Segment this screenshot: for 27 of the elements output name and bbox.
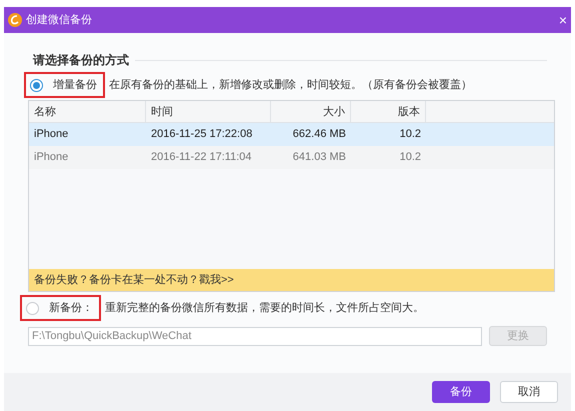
radio-button[interactable]	[26, 302, 39, 314]
radio-button[interactable]	[30, 78, 43, 92]
table-cell-text: 10.2	[398, 150, 422, 166]
table-cell-text: 641.03 MB	[292, 150, 347, 166]
table-row[interactable]: iPhone 2016-11-22 17:11:04 641.03 MB 10.2	[29, 146, 554, 169]
section-title: 请选择备份的方式	[32, 52, 129, 69]
cancel-button[interactable]: 取消	[500, 381, 558, 403]
table-cell-text: 2016-11-22 17:11:04	[150, 150, 253, 166]
window-title: 创建微信备份	[26, 12, 92, 28]
table-cell-text: iPhone	[33, 150, 70, 166]
help-link[interactable]: 备份失败？备份卡在某一处不动？戳我>>	[34, 272, 234, 288]
table-cell-text: 2016-11-25 17:22:08	[150, 127, 254, 142]
option-label[interactable]: 新备份：	[49, 300, 93, 316]
column-header: 名称	[29, 101, 146, 122]
column-header: 版本	[351, 101, 426, 122]
column-header: 时间	[146, 101, 271, 122]
backup-button[interactable]: 备份	[432, 381, 490, 403]
table-cell-text: iPhone	[33, 127, 70, 142]
logo-icon	[8, 13, 22, 27]
column-header: 大小	[271, 101, 351, 122]
table-cell-text: 10.2	[398, 127, 422, 142]
option-label[interactable]: 增量备份	[53, 76, 97, 94]
table-row[interactable]: iPhone 2016-11-25 17:22:08 662.46 MB 10.2	[29, 123, 554, 146]
table-cell-text: 662.46 MB	[292, 127, 347, 142]
option-description: 在原有备份的基础上，新增修改或删除，时间较短。（原有备份会被覆盖）	[109, 78, 472, 93]
close-button[interactable]: ×	[558, 13, 567, 27]
option-description: 重新完整的备份微信所有数据，需要的时间长，文件所占空间大。	[105, 300, 424, 316]
